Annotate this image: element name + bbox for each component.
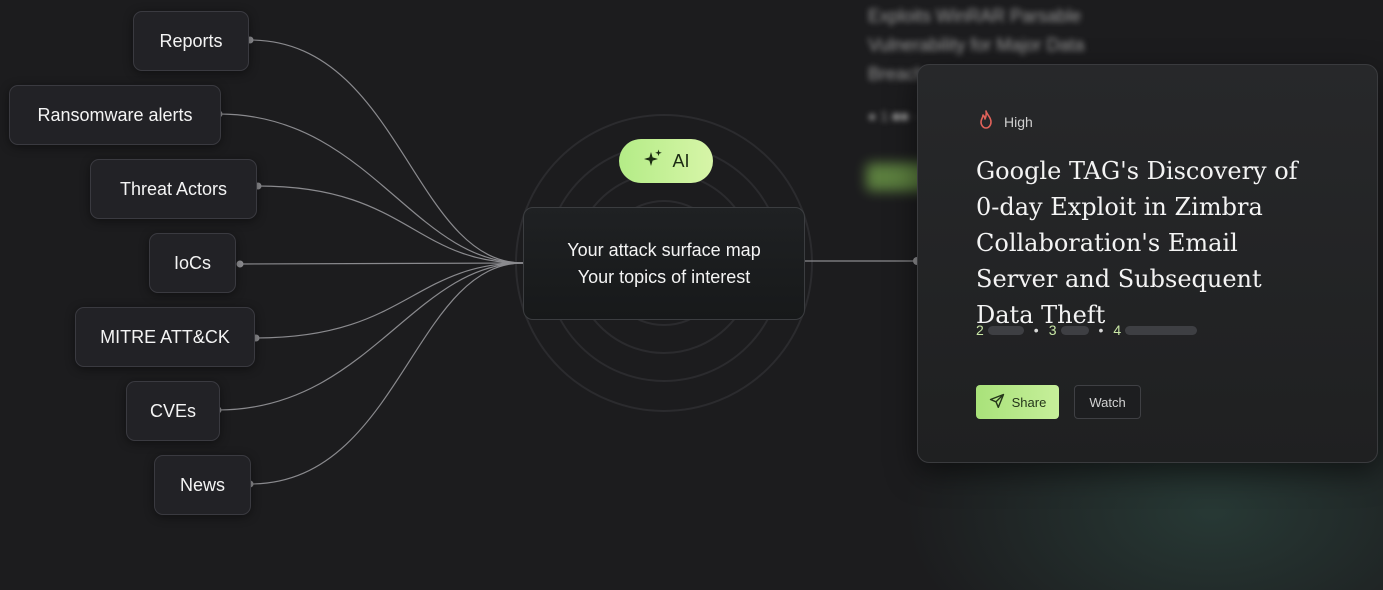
meta-separator: •	[1098, 322, 1104, 338]
severity-label: High	[1004, 113, 1033, 130]
source-wire-5	[217, 262, 524, 411]
meta-separator: •	[1033, 322, 1039, 338]
share-button[interactable]: Share	[976, 385, 1059, 419]
source-label: Ransomware alerts	[37, 104, 193, 125]
card-meta: 2 • 3 • 4	[976, 322, 1198, 338]
source-node-reports[interactable]: Reports	[133, 11, 249, 71]
hub-line-1: Your attack surface map	[567, 239, 761, 260]
source-wire-3	[239, 262, 524, 265]
ai-label: AI	[672, 150, 690, 171]
watch-label: Watch	[1089, 394, 1126, 410]
card-title[interactable]: Google TAG's Discovery of 0-day Exploit …	[976, 153, 1326, 333]
flame-icon	[976, 109, 996, 134]
ai-badge: AI	[619, 139, 713, 183]
meta-item-2: 3	[1049, 322, 1089, 338]
wire-dot-3	[236, 260, 244, 268]
source-label: Reports	[159, 30, 223, 51]
source-label: IoCs	[173, 252, 211, 273]
source-wire-6	[249, 262, 524, 485]
central-hub: Your attack surface map Your topics of i…	[523, 207, 805, 320]
source-wire-1	[218, 113, 524, 264]
meta-count: 3	[1048, 322, 1057, 338]
sparkle-icon	[642, 148, 664, 175]
watch-button[interactable]: Watch	[1074, 385, 1141, 419]
meta-placeholder-bar	[1060, 325, 1089, 335]
source-label: CVEs	[149, 400, 196, 421]
send-icon	[989, 393, 1005, 412]
source-label: MITRE ATT&CK	[100, 326, 230, 347]
source-node-threat-actors[interactable]: Threat Actors	[90, 159, 257, 219]
meta-count: 2	[976, 322, 984, 338]
meta-item-1: 2	[976, 322, 1024, 338]
hub-line-2: Your topics of interest	[577, 266, 751, 287]
meta-count: 4	[1113, 322, 1122, 338]
source-label: Threat Actors	[119, 178, 228, 199]
meta-placeholder-bar	[1125, 325, 1198, 335]
source-label: News	[179, 474, 225, 495]
source-node-cves[interactable]: CVEs	[126, 381, 220, 441]
source-node-news[interactable]: News	[154, 455, 251, 515]
source-node-iocs[interactable]: IoCs	[149, 233, 236, 293]
meta-item-3: 4	[1113, 322, 1198, 338]
severity-badge: High	[976, 109, 1033, 134]
threat-card[interactable]: High Google TAG's Discovery of 0-day Exp…	[917, 64, 1378, 463]
share-label: Share	[1011, 394, 1047, 410]
meta-placeholder-bar	[987, 325, 1024, 335]
source-node-mitre-attack[interactable]: MITRE ATT&CK	[75, 307, 255, 367]
source-wire-0	[249, 39, 524, 264]
source-node-ransomware-alerts[interactable]: Ransomware alerts	[9, 85, 221, 145]
